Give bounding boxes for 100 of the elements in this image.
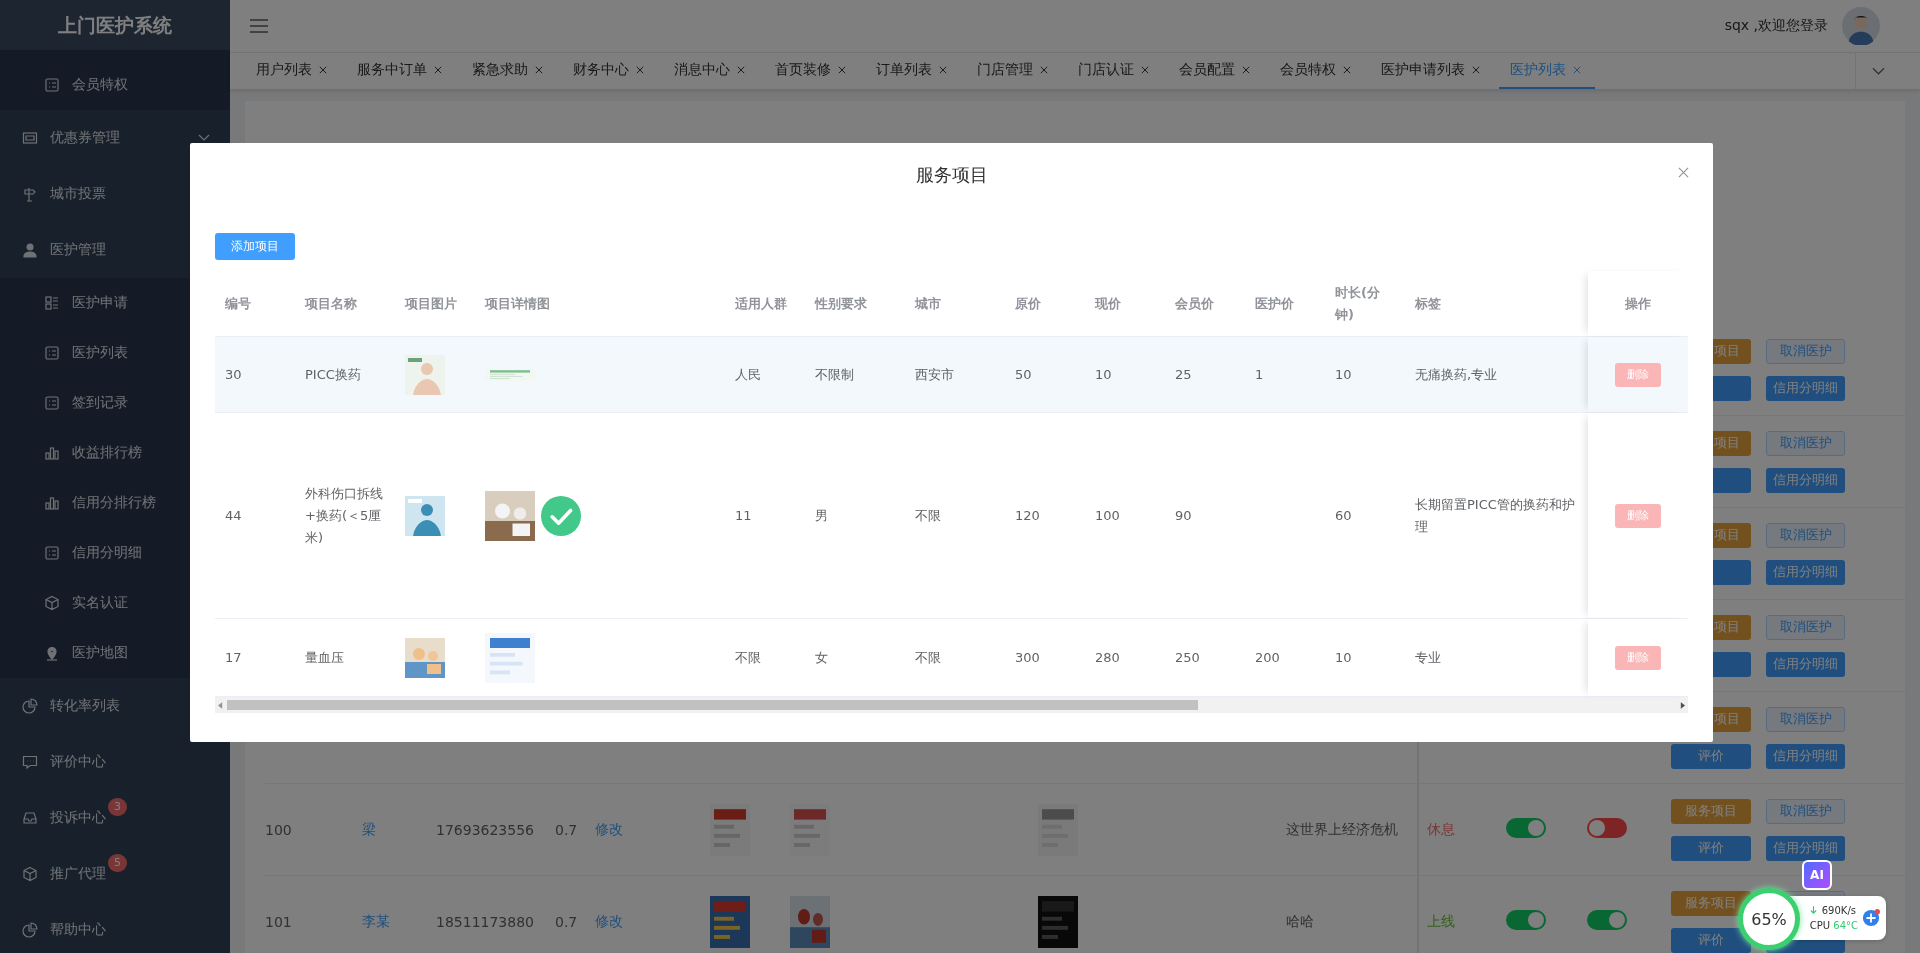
scroll-left-icon[interactable] [218,701,223,709]
tab[interactable]: 会员配置 [1168,53,1264,89]
edit-link[interactable]: 修改 [595,912,623,929]
table-cell-text: 女 [815,648,828,667]
tab[interactable]: 服务中订单 [346,53,456,89]
action-button[interactable]: 信用分明细 [1766,467,1845,493]
table-cell-text: 10 [1335,365,1352,384]
table-cell-text: 0.7 [555,821,579,838]
inbox-icon [22,810,38,826]
tab[interactable]: 用户列表 [245,53,341,89]
name-link[interactable]: 李某 [362,912,436,931]
close-icon[interactable] [1040,66,1048,74]
menu-item[interactable]: 推广代理 5 [0,846,230,902]
action-button[interactable]: 取消医护 [1766,338,1845,364]
column-header: 适用人群 [735,294,787,313]
pie-icon [22,922,38,938]
column-header: 项目图片 [405,294,457,313]
scrollbar[interactable] [215,697,1688,713]
table-cell-text: 不限制 [815,365,854,384]
plus-icon[interactable] [1862,909,1880,927]
action-button[interactable]: 信用分明细 [1766,559,1845,585]
tab[interactable]: 医护列表 [1499,53,1595,89]
close-icon[interactable] [1141,66,1149,74]
close-icon[interactable] [737,66,745,74]
action-button[interactable]: 评价 [1671,743,1751,769]
count-badge: 3 [108,798,127,816]
menu-item[interactable]: 实名认证 [0,578,230,628]
action-button[interactable]: 信用分明细 [1766,835,1845,861]
action-button[interactable]: 取消医护 [1766,430,1845,456]
table-cell-text: 不限 [915,648,941,667]
close-icon[interactable] [319,66,327,74]
menu-icon[interactable] [250,19,268,33]
table-cell-text: 不限 [915,506,941,525]
person-icon [22,242,38,258]
action-button[interactable]: 取消医护 [1766,706,1845,732]
table-cell-text: 10 [1335,648,1352,667]
table-cell-text: 17693623556 [436,821,535,838]
menu-item[interactable]: 信用分明细 [0,528,230,578]
menu-item[interactable]: 优惠券管理 [0,110,230,166]
tab[interactable]: 紧急求助 [461,53,557,89]
action-button[interactable]: 评价 [1671,835,1751,861]
column-header: 时长(分钟) [1335,283,1381,324]
tab[interactable]: 财务中心 [562,53,658,89]
cpu-temperature: 64°C [1833,920,1858,931]
menu-item[interactable]: 帮助中心 [0,902,230,953]
dialog-title: 服务项目 [915,164,988,185]
table-cell-text: PICC换药 [305,365,361,384]
menu-item[interactable]: 评价中心 [0,734,230,790]
menu-item[interactable]: 转化率列表 [0,678,230,734]
column-header: 医护价 [1255,294,1294,313]
tab[interactable]: 医护申请列表 [1370,53,1494,89]
column-header: 操作 [1625,294,1651,313]
pin-icon [44,645,60,661]
action-button[interactable]: 取消医护 [1766,614,1845,640]
toggle-switch[interactable] [1587,910,1627,930]
list-icon [44,545,60,561]
cpu-label: CPU [1809,920,1831,931]
add-button[interactable]: 添加项目 [215,233,295,260]
list-icon [44,77,60,93]
table-cell-text: 100 [1095,506,1120,525]
column-header: 原价 [1015,294,1041,313]
ai-badge[interactable]: AI [1802,860,1832,890]
action-button[interactable]: 信用分明细 [1766,651,1845,677]
column-header: 城市 [915,294,941,313]
menu-item[interactable]: 会员特权 [0,60,230,110]
table-cell-text: 西安市 [915,365,954,384]
toggle-switch[interactable] [1587,818,1627,838]
menu-item[interactable]: 投诉中心 3 [0,790,230,846]
tab[interactable]: 订单列表 [865,53,961,89]
avatar-icon[interactable] [1842,7,1880,45]
close-icon[interactable] [535,66,543,74]
menu-item[interactable]: 收益排行榜 [0,428,230,478]
table-cell-text: 280 [1095,648,1120,667]
close-icon[interactable] [939,66,947,74]
tab[interactable]: 门店认证 [1067,53,1163,89]
column-header: 标签 [1415,294,1441,313]
close-icon[interactable] [1242,66,1250,74]
name-link[interactable]: 梁 [362,820,436,839]
bars-icon [44,495,60,511]
close-icon[interactable] [1472,66,1480,74]
tab[interactable]: 首页装修 [764,53,860,89]
close-icon[interactable] [1678,167,1689,178]
close-icon[interactable] [838,66,846,74]
action-button[interactable]: 服务项目 [1671,798,1751,824]
close-icon[interactable] [1343,66,1351,74]
tab[interactable]: 门店管理 [966,53,1062,89]
tab[interactable]: 会员特权 [1269,53,1365,89]
cube-icon [22,866,38,882]
scroll-right-icon[interactable] [1680,701,1685,709]
action-button[interactable]: 信用分明细 [1766,743,1845,769]
close-icon[interactable] [636,66,644,74]
action-button[interactable]: 取消医护 [1766,798,1845,824]
menu-item[interactable]: 城市投票 [0,166,230,222]
toggle-switch[interactable] [1506,910,1546,930]
toggle-switch[interactable] [1506,818,1546,838]
close-icon[interactable] [434,66,442,74]
action-button[interactable]: 取消医护 [1766,522,1845,548]
edit-link[interactable]: 修改 [595,820,623,837]
tab[interactable]: 消息中心 [663,53,759,89]
action-button[interactable]: 信用分明细 [1766,375,1845,401]
